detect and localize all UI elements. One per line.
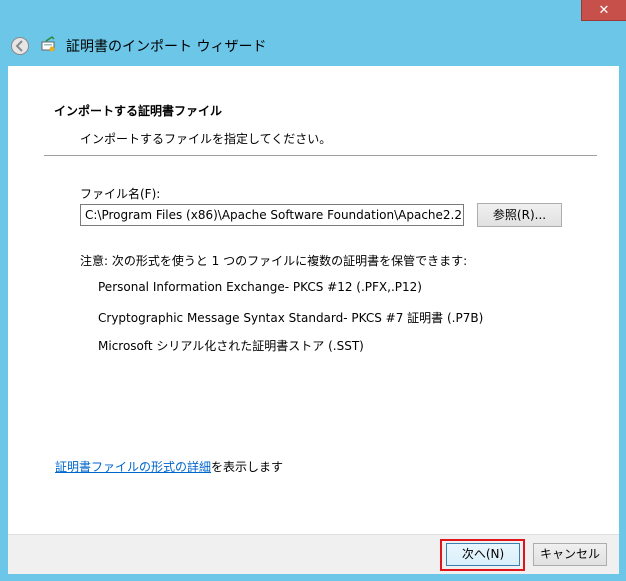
cancel-button[interactable]: キャンセル — [533, 543, 607, 566]
footer-bar — [8, 534, 619, 574]
certificate-wizard-icon — [41, 36, 55, 52]
close-button[interactable]: ✕ — [581, 0, 626, 21]
divider — [44, 155, 597, 156]
file-name-label: ファイル名(F): — [80, 187, 161, 201]
browse-button[interactable]: 参照(R)... — [477, 203, 562, 227]
wizard-title: 証明書のインポート ウィザード — [66, 39, 267, 55]
section-title: インポートする証明書ファイル — [54, 104, 223, 118]
format-item-pfx: Personal Information Exchange- PKCS #12 … — [98, 280, 422, 294]
details-suffix: を表示します — [211, 460, 284, 474]
close-icon: ✕ — [598, 3, 610, 18]
format-note: 注意: 次の形式を使うと 1 つのファイルに複数の証明書を保管できます: — [80, 254, 468, 268]
next-button[interactable]: 次へ(N) — [446, 543, 520, 566]
back-arrow-icon[interactable] — [10, 36, 30, 56]
format-item-p7b: Cryptographic Message Syntax Standard- P… — [98, 311, 484, 325]
file-name-input[interactable]: C:\Program Files (x86)\Apache Software F… — [80, 204, 464, 226]
section-description: インポートするファイルを指定してください。 — [80, 132, 332, 146]
details-line: 証明書ファイルの形式の詳細を表示します — [55, 458, 283, 475]
wizard-window: ✕ 証明書のインポート ウィザード インポートする証明書ファイル インポートする… — [0, 0, 626, 581]
format-item-sst: Microsoft シリアル化された証明書ストア (.SST) — [98, 339, 364, 353]
format-details-link[interactable]: 証明書ファイルの形式の詳細 — [55, 460, 211, 474]
